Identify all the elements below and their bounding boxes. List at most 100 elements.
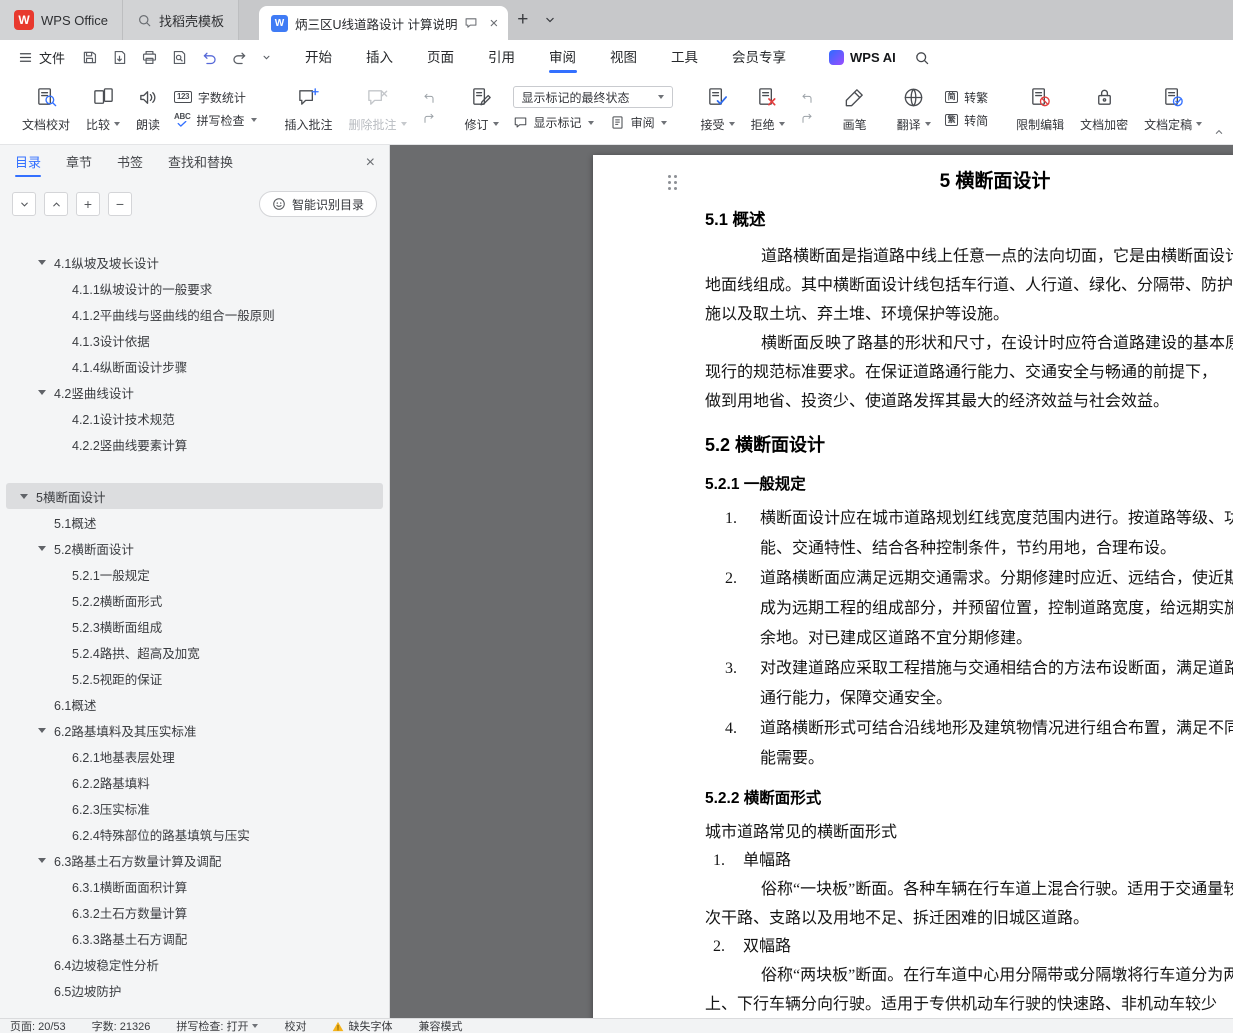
collapse-ribbon-button[interactable] <box>1213 126 1225 138</box>
toc-expand-caret-icon[interactable] <box>38 727 54 733</box>
toc-item[interactable]: 4.2竖曲线设计 <box>6 379 383 405</box>
toc-item[interactable]: 6.2.3压实标准 <box>6 795 383 821</box>
delete-comment-button[interactable]: 删除批注 <box>341 79 415 138</box>
toc-item[interactable]: 5.2.4路拱、超高及加宽 <box>6 639 383 665</box>
proofread-status[interactable]: 校对 <box>284 1019 306 1033</box>
toc-item[interactable]: 5.2.5视距的保证 <box>6 665 383 691</box>
menu-tab[interactable]: 引用 <box>471 40 532 75</box>
toc-item[interactable]: 6.1概述 <box>6 691 383 717</box>
toc-expand-caret-icon[interactable] <box>38 545 54 551</box>
document-page[interactable]: 5 横断面设计 5.1 概述 道路横断面是指道路中线上任意一点的法向切面，它是由横… <box>593 155 1233 1018</box>
reject-button[interactable]: 拒绝 <box>743 79 793 138</box>
word-count-button[interactable]: 123 字数统计 <box>174 89 256 106</box>
redo-dropdown-chevron-icon[interactable] <box>261 52 272 63</box>
drag-handle-icon[interactable] <box>668 175 678 191</box>
next-change-button[interactable] <box>799 112 815 126</box>
zoom-out-toc-button[interactable]: − <box>108 192 132 216</box>
toc-item[interactable]: 6.3.1横断面面积计算 <box>6 873 383 899</box>
restrict-editing-button[interactable]: 限制编辑 <box>1008 79 1072 138</box>
menu-tab[interactable]: 视图 <box>593 40 654 75</box>
sidebar-tab[interactable]: 查找和替换 <box>168 145 233 181</box>
page-indicator[interactable]: 页面: 20/53 <box>10 1019 66 1033</box>
toc-item[interactable]: 5.1概述 <box>6 509 383 535</box>
review-menu-button[interactable]: 审阅 <box>610 114 667 131</box>
toc-item[interactable]: 6.4边坡稳定性分析 <box>6 951 383 977</box>
toc-item[interactable]: 6.3路基土石方数量计算及调配 <box>6 847 383 873</box>
expand-all-button[interactable] <box>12 192 36 216</box>
tab-template-search[interactable]: 找稻壳模板 <box>122 0 239 40</box>
tab-document-active[interactable]: W 炳三区U线道路设计 计算说明 × <box>258 6 509 40</box>
print-button[interactable] <box>141 49 158 66</box>
toc-item[interactable]: 5.2.2横断面形式 <box>6 587 383 613</box>
toc-item[interactable]: 5.2.3横断面组成 <box>6 613 383 639</box>
ink-pen-button[interactable]: 画笔 <box>835 79 875 138</box>
track-changes-button[interactable]: 修订 <box>457 79 507 138</box>
menu-tab[interactable]: 会员专享 <box>715 40 803 75</box>
menu-tab[interactable]: 插入 <box>349 40 410 75</box>
document-canvas[interactable]: 5 横断面设计 5.1 概述 道路横断面是指道路中线上任意一点的法向切面，它是由横… <box>390 145 1233 1018</box>
toc-item[interactable]: 4.1.2平曲线与竖曲线的组合一般原则 <box>6 301 383 327</box>
menu-tab[interactable]: 开始 <box>288 40 349 75</box>
sidebar-tab[interactable]: 书签 <box>117 145 143 181</box>
sidebar-tab[interactable]: 目录 <box>15 145 42 181</box>
toc-item[interactable]: 5.2横断面设计 <box>6 535 383 561</box>
encrypt-button[interactable]: 文档加密 <box>1072 79 1136 138</box>
read-aloud-button[interactable]: 朗读 <box>128 79 168 138</box>
toc-item[interactable]: 4.2.2竖曲线要素计算 <box>6 431 383 457</box>
menu-tab[interactable]: 工具 <box>654 40 715 75</box>
toc-item[interactable]: 6.3.2土石方数量计算 <box>6 899 383 925</box>
toc-item[interactable]: 6.2.2路基填料 <box>6 769 383 795</box>
previous-change-button[interactable] <box>799 92 815 106</box>
undo-button[interactable] <box>201 49 218 66</box>
toc-expand-caret-icon[interactable] <box>38 259 54 265</box>
to-simplified-button[interactable]: 繁 转简 <box>944 112 988 129</box>
new-tab-button[interactable]: + <box>508 0 537 40</box>
smart-toc-button[interactable]: 智能识别目录 <box>258 191 377 217</box>
print-preview-button[interactable] <box>171 49 188 66</box>
missing-font-warning[interactable]: 缺失字体 <box>332 1019 392 1033</box>
export-pdf-button[interactable] <box>111 49 128 66</box>
toc-item[interactable]: 4.2.1设计技术规范 <box>6 405 383 431</box>
toc-item[interactable]: 4.1.3设计依据 <box>6 327 383 353</box>
toc-item[interactable]: 4.1纵坡及坡长设计 <box>6 249 383 275</box>
spell-check-button[interactable]: ABC 拼写检查 <box>174 112 257 129</box>
toc-expand-caret-icon[interactable] <box>38 389 54 395</box>
next-comment-button[interactable] <box>421 112 437 126</box>
spellcheck-status[interactable]: 拼写检查: 打开 <box>176 1019 259 1033</box>
word-count-status[interactable]: 字数: 21326 <box>92 1019 151 1033</box>
toc-item[interactable]: 4.1.4纵断面设计步骤 <box>6 353 383 379</box>
toc-item[interactable]: 6.2.1地基表层处理 <box>6 743 383 769</box>
zoom-in-toc-button[interactable]: + <box>76 192 100 216</box>
toc-item[interactable]: 6.5边坡防护 <box>6 977 383 1003</box>
compat-mode-status[interactable]: 兼容模式 <box>418 1019 462 1033</box>
menu-tab-active[interactable]: 审阅 <box>532 40 593 75</box>
redo-button[interactable] <box>231 49 248 66</box>
finalize-button[interactable]: 文档定稿 <box>1136 79 1210 138</box>
accept-button[interactable]: 接受 <box>693 79 743 138</box>
show-markup-button[interactable]: 显示标记 <box>513 114 594 131</box>
toc-item[interactable]: 5横断面设计 <box>6 483 383 509</box>
close-sidebar-icon[interactable]: × <box>366 145 375 181</box>
toc-item[interactable]: 5.2.1一般规定 <box>6 561 383 587</box>
insert-comment-button[interactable]: 插入批注 <box>277 79 341 138</box>
toc-item[interactable]: 6.2.4特殊部位的路基填筑与压实 <box>6 821 383 847</box>
close-tab-icon[interactable]: × <box>489 16 498 31</box>
markup-state-select[interactable]: 显示标记的最终状态 <box>512 86 673 108</box>
toc-expand-caret-icon[interactable] <box>20 493 36 499</box>
compare-button[interactable]: 比较 <box>78 79 128 138</box>
menu-tab[interactable]: 页面 <box>410 40 471 75</box>
translate-button[interactable]: 翻译 <box>889 79 939 138</box>
tab-list-chevron-icon[interactable] <box>537 0 563 40</box>
previous-comment-button[interactable] <box>421 92 437 106</box>
search-icon[interactable] <box>914 50 930 66</box>
wps-ai-button[interactable]: WPS AI <box>829 50 896 65</box>
doc-proofread-button[interactable]: 文档校对 <box>14 79 78 138</box>
toc-expand-caret-icon[interactable] <box>38 857 54 863</box>
file-menu[interactable]: 文件 <box>12 48 71 67</box>
toc-item[interactable]: 6.2路基填料及其压实标准 <box>6 717 383 743</box>
sidebar-tab[interactable]: 章节 <box>66 145 92 181</box>
collapse-all-button[interactable] <box>44 192 68 216</box>
to-traditional-button[interactable]: 简 转繁 <box>944 89 988 106</box>
save-button[interactable] <box>81 49 98 66</box>
tab-wps-office[interactable]: W WPS Office <box>0 0 123 40</box>
